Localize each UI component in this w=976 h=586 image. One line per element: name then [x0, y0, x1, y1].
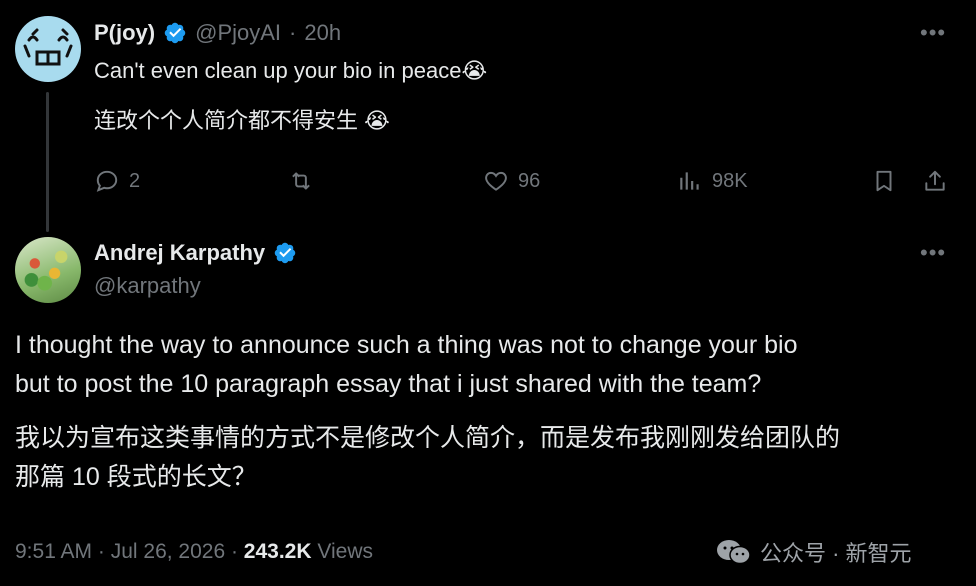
heart-icon — [485, 171, 507, 191]
reply-avatar-face-icon — [23, 28, 73, 66]
tweet-footer: 9:51 AM · Jul 26, 2026 · 243.2K Views — [15, 540, 373, 564]
crying-emoji-icon: 😭 — [461, 58, 488, 83]
reply-icon — [96, 170, 118, 192]
reply-text-zh: 连改个个人简介都不得安生 — [94, 108, 359, 133]
reply-author-handle[interactable]: @PjoyAI — [195, 20, 281, 46]
meta-separator: · — [289, 20, 297, 45]
share-button[interactable] — [922, 168, 948, 194]
view-count: 98K — [712, 169, 748, 192]
main-text-zh-line-1: 我以为宣布这类事情的方式不是修改个人简介，而是发布我刚刚发给团队的 — [15, 424, 841, 452]
main-tweet-text-zh: 我以为宣布这类事情的方式不是修改个人简介，而是发布我刚刚发给团队的 那篇 10 … — [15, 419, 965, 497]
main-text-line-2: but to post the 10 paragraph essay that … — [15, 370, 762, 398]
bookmark-button[interactable] — [871, 168, 897, 194]
reply-text-en: Can't even clean up your bio in peace — [94, 58, 462, 83]
reply-more-options-icon[interactable]: ••• — [920, 22, 946, 44]
reply-text-en-line: Can't even clean up your bio in peace😭 — [94, 58, 487, 84]
tweet-views-label: Views — [311, 540, 373, 563]
verified-badge-icon — [164, 22, 186, 44]
like-button[interactable]: 96 — [483, 168, 540, 194]
watermark-text: 公众号 · 新智元 — [760, 541, 912, 566]
repost-icon — [292, 172, 310, 190]
reply-text-zh-line: 连改个个人简介都不得安生 😭 — [94, 103, 390, 135]
thread-connector-line — [46, 92, 49, 232]
reply-avatar[interactable] — [15, 16, 81, 82]
main-more-options-icon[interactable]: ••• — [920, 242, 946, 264]
bookmark-icon — [876, 170, 892, 192]
tweet-view-count: 243.2K — [243, 540, 312, 563]
views-button[interactable]: 98K — [677, 168, 748, 194]
like-count: 96 — [518, 169, 541, 192]
main-text-line-1: I thought the way to announce such a thi… — [15, 331, 798, 359]
share-icon — [925, 170, 945, 191]
wechat-icon — [717, 540, 751, 565]
reply-button[interactable]: 2 — [94, 168, 140, 194]
repost-button[interactable] — [288, 168, 314, 194]
tweet-timestamp[interactable]: 9:51 AM · Jul 26, 2026 · — [15, 540, 244, 563]
main-author-name[interactable]: Andrej Karpathy — [94, 240, 265, 266]
reply-author-name[interactable]: P(joy) — [94, 20, 155, 46]
main-avatar[interactable] — [15, 237, 81, 303]
main-tweet-text-en: I thought the way to announce such a thi… — [15, 326, 965, 404]
analytics-icon — [680, 172, 699, 190]
watermark: 公众号 · 新智元 — [716, 536, 912, 568]
verified-badge-icon — [274, 242, 296, 264]
main-text-zh-line-2: 那篇 10 段式的长文？ — [15, 463, 257, 491]
crying-emoji-icon-2: 😭 — [364, 108, 390, 133]
main-author-handle[interactable]: @karpathy — [94, 273, 201, 299]
reply-count: 2 — [129, 169, 141, 192]
reply-timestamp[interactable]: 20h — [304, 20, 341, 46]
